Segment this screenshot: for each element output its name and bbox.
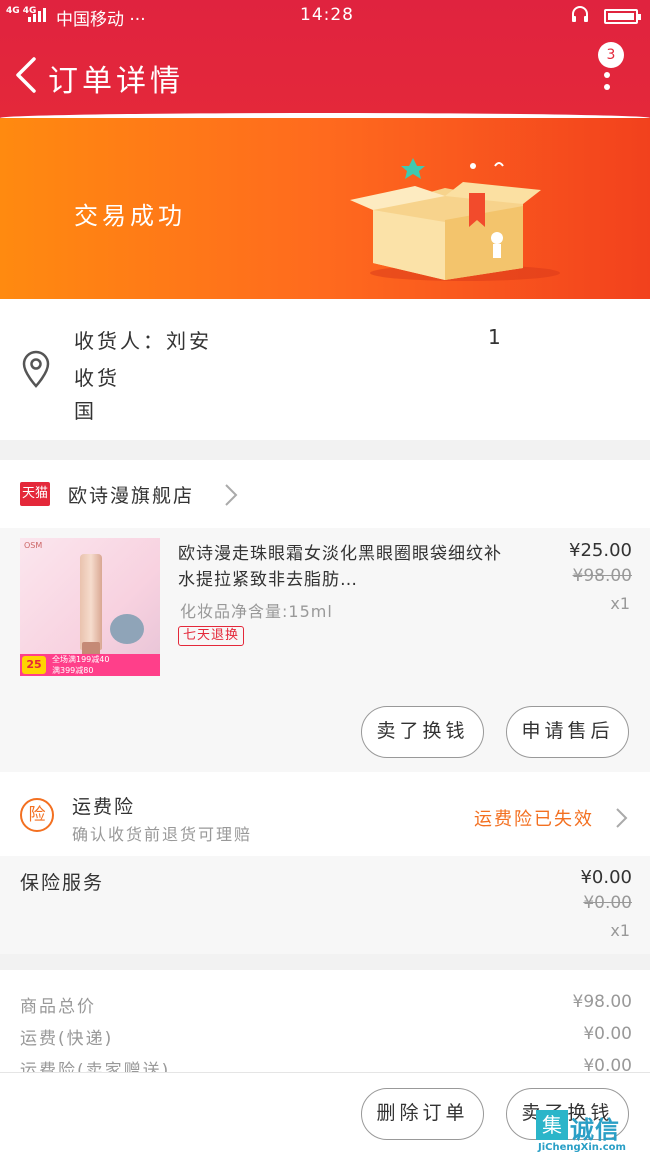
carrier-name: 中国移动 ··· [56,10,146,30]
promo-line: 全场满199减40 [52,655,110,664]
summary-value: ¥0.00 [583,1024,632,1044]
insurance-service-label: 保险服务 [20,872,105,894]
freight-insurance-status: 运费险已失效 [474,809,594,830]
status-time: 14:28 [300,5,354,25]
summary-value: ¥98.00 [572,992,632,1012]
back-arrow-icon[interactable] [12,55,42,95]
watermark-name: 诚信 [570,1116,620,1144]
address-line: 国 [74,399,97,423]
thumbnail-brand: OSM [24,541,43,550]
site-watermark: 集 诚信 JiChengXin.com [534,1108,650,1155]
promo-line: 满399减80 [52,666,94,675]
order-status-text: 交易成功 [74,202,186,230]
summary-label: 商品总价 [20,997,96,1017]
signal-bars-icon [28,8,46,22]
location-pin-icon [22,350,50,388]
promo-number: 25 [22,656,46,674]
store-row[interactable]: 天猫 欧诗漫旗舰店 [0,460,650,528]
product-spec: 化妆品净含量:15ml [180,602,333,621]
page-title: 订单详情 [48,64,184,99]
watermark-logo-icon: 集 [536,1110,568,1140]
eye-cream-tube-image [80,554,102,650]
watermark-url: JiChengXin.com [538,1142,626,1153]
insurance-icon: 险 [20,798,54,832]
address-line: 收货 [74,366,120,390]
chevron-right-icon [225,484,238,506]
tmall-badge-icon: 天猫 [20,482,50,506]
apply-after-sale-button[interactable]: 申请售后 [506,706,629,758]
insurance-service-original-price: ¥0.00 [583,893,632,913]
product-price: ¥25.00 [569,540,632,561]
recipient-phone: 1 [488,325,504,349]
product-item[interactable]: OSM 全场满199减40 满399减80 25 欧诗漫走珠眼霜女淡化黑眼圈眼袋… [0,528,650,772]
battery-icon [604,9,641,24]
insurance-service-price: ¥0.00 [580,867,632,888]
more-dot-icon [604,72,610,78]
insurance-service-quantity: x1 [610,921,630,940]
headphones-icon [572,6,588,22]
delete-order-button[interactable]: 删除订单 [361,1088,484,1140]
product-thumbnail[interactable]: OSM 全场满199减40 满399减80 25 [20,538,160,676]
status-bar: 4G 4G 中国移动 ··· 14:28 [0,0,650,32]
store-name: 欧诗漫旗舰店 [68,485,195,507]
price-summary: 商品总价 ¥98.00 运费(快递) ¥0.00 运费险(卖家赠送) ¥0.00 [0,954,650,1081]
order-status-banner: 交易成功 [0,118,650,299]
recipient-name: 收货人：刘安 [74,329,212,353]
more-dot-icon [604,84,610,90]
insurance-service-item: 保险服务 ¥0.00 ¥0.00 x1 [0,856,650,954]
freight-insurance-row[interactable]: 险 运费险 确认收货前退货可理赔 运费险已失效 [0,772,650,856]
product-title: 欧诗漫走珠眼霜女淡化黑眼圈眼袋细纹补水提拉紧致非去脂肪… [178,544,502,590]
notification-badge: 3 [598,42,624,68]
more-menu-button[interactable]: 3 [594,42,624,94]
massage-device-image [110,614,144,644]
freight-insurance-title: 运费险 [72,796,136,818]
shipping-address-card[interactable]: 收货人：刘安 1 收货 国 [0,299,650,440]
summary-label: 运费(快递) [20,1029,114,1049]
product-original-price: ¥98.00 [572,566,632,586]
seven-day-return-tag: 七天退换 [178,626,245,646]
freight-insurance-subtitle: 确认收货前退货可理赔 [72,825,253,844]
product-quantity: x1 [610,594,630,613]
open-box-illustration-icon [350,158,560,281]
chevron-right-icon [616,808,628,828]
sell-for-cash-button[interactable]: 卖了换钱 [361,706,484,758]
top-header: 4G 4G 中国移动 ··· 14:28 订单详情 3 [0,0,650,118]
